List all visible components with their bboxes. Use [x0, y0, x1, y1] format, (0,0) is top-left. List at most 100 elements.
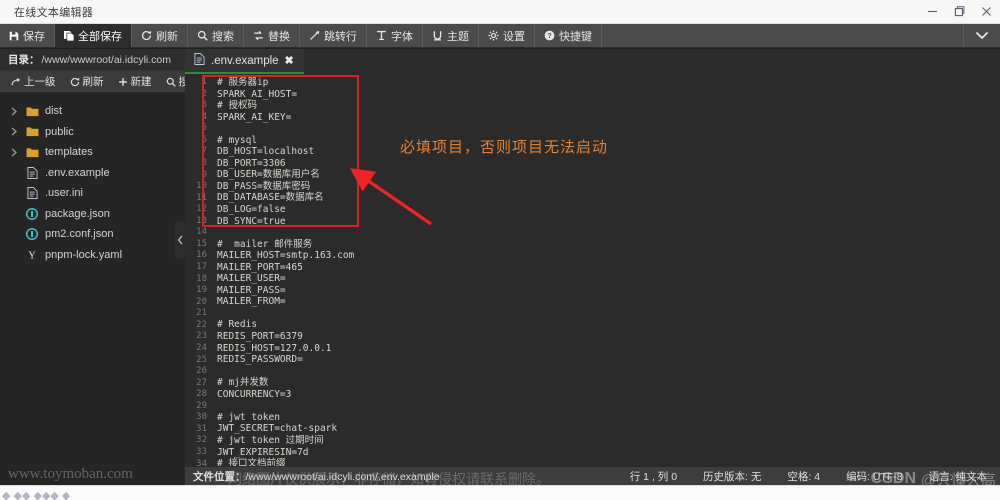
code-line[interactable]: JWT_SECRET=chat-spark: [217, 423, 1000, 435]
code-line[interactable]: DB_USER=数据库用户名: [217, 169, 1000, 181]
code-line[interactable]: [217, 123, 1000, 135]
toolbar-shortcuts-button[interactable]: ? 快捷键: [535, 24, 602, 47]
up-level-button[interactable]: 上一级: [4, 74, 63, 89]
line-number: 18: [196, 273, 207, 284]
code-line[interactable]: REDIS_PORT=6379: [217, 331, 1000, 343]
file-location-label: 文件位置：: [193, 470, 246, 483]
status-history-version[interactable]: 历史版本: 无: [690, 469, 774, 484]
status-language[interactable]: 语言: 纯文本: [916, 469, 1000, 484]
file-op-label: 刷新: [82, 76, 104, 88]
line-number: 33: [196, 447, 207, 457]
toolbar-item-label: 替换: [268, 30, 290, 43]
code-line[interactable]: [217, 366, 1000, 378]
line-number: 19: [196, 285, 207, 296]
toolbar-goto-line-button[interactable]: 跳转行: [300, 24, 367, 47]
code-line[interactable]: SPARK_AI_HOST=: [217, 89, 1000, 101]
toolbar-settings-button[interactable]: 设置: [479, 24, 535, 47]
tree-item-user-ini[interactable]: .user.ini: [0, 183, 185, 204]
code-line[interactable]: # jwt token 过期时间: [217, 435, 1000, 447]
code-line[interactable]: DB_HOST=localhost: [217, 146, 1000, 158]
code-line[interactable]: [217, 400, 1000, 412]
code-line[interactable]: JWT_EXPIRESIN=7d: [217, 447, 1000, 459]
line-number: 5: [201, 123, 207, 134]
refresh-icon: [141, 30, 152, 41]
tab-close-icon[interactable]: ✖: [285, 54, 294, 67]
tree-item-public[interactable]: public: [0, 122, 185, 143]
help-icon: ?: [544, 30, 555, 41]
editor-pane: .env.example ✖ 1 2 3 4 5 6 7 8 9 10 11 12 13 14 15 16 17…: [185, 49, 1000, 485]
code-line[interactable]: DB_PASS=数据库密码: [217, 181, 1000, 193]
tree-item-pnpm-lock-yaml[interactable]: Y pnpm-lock.yaml: [0, 245, 185, 266]
toolbar-search-button[interactable]: 搜索: [188, 24, 244, 47]
folder-icon: [22, 126, 42, 137]
toolbar-refresh-button[interactable]: 刷新: [132, 24, 188, 47]
code-line[interactable]: # 授权码: [217, 100, 1000, 112]
chevron-right-icon[interactable]: [6, 127, 22, 136]
main-area: 目录： /www/wwwroot/ai.idcyli.com 上一级 刷新 新建…: [0, 49, 1000, 485]
code-line[interactable]: DB_DATABASE=数据库名: [217, 192, 1000, 204]
tree-item-pm2-conf-json[interactable]: pm2.conf.json: [0, 224, 185, 245]
code-line[interactable]: SPARK_AI_KEY=: [217, 112, 1000, 124]
code-line[interactable]: [217, 227, 1000, 239]
code-line[interactable]: REDIS_PASSWORD=: [217, 354, 1000, 366]
code-line[interactable]: DB_PORT=3306: [217, 158, 1000, 170]
status-indent-size[interactable]: 空格: 4: [774, 469, 833, 484]
code-line[interactable]: MAILER_FROM=: [217, 296, 1000, 308]
new-file-button[interactable]: 新建: [111, 74, 159, 89]
code-line[interactable]: # 服务器ip: [217, 77, 1000, 89]
code-line[interactable]: REDIS_HOST=127.0.0.1: [217, 343, 1000, 355]
close-button[interactable]: [973, 0, 1000, 24]
toolbar-theme-button[interactable]: 主题: [423, 24, 479, 47]
code-area[interactable]: 1 2 3 4 5 6 7 8 9 10 11 12 13 14 15 16 17 18 19 20 21 22 23 24 2…: [185, 74, 1000, 485]
toolbar-save-button[interactable]: 保存: [0, 24, 55, 47]
code-line[interactable]: [217, 308, 1000, 320]
json-file-icon: [22, 207, 42, 220]
toolbar-overflow-button[interactable]: [964, 24, 1000, 47]
toolbar-replace-button[interactable]: 替换: [244, 24, 300, 47]
code-line[interactable]: # mysql: [217, 135, 1000, 147]
code-line[interactable]: # jwt token: [217, 412, 1000, 424]
status-encoding[interactable]: 编码: UTF-8: [833, 469, 916, 484]
main-toolbar: 保存 全部保存 刷新 搜索 替换 跳转行 字体 主题 设置 ? 快捷键: [0, 24, 1000, 48]
toolbar-item-label: 设置: [503, 30, 525, 43]
file-op-label: 上一级: [24, 76, 56, 88]
tree-item-label: pm2.conf.json: [45, 228, 114, 241]
line-number: 4: [201, 111, 207, 122]
tree-item-dist[interactable]: dist: [0, 101, 185, 122]
minimize-button[interactable]: [919, 0, 946, 24]
maximize-button[interactable]: [946, 0, 973, 24]
code-line[interactable]: MAILER_PORT=465: [217, 262, 1000, 274]
yaml-file-icon: Y: [22, 249, 42, 260]
code-line[interactable]: CONCURRENCY=3: [217, 389, 1000, 401]
chevron-right-icon[interactable]: [6, 148, 22, 157]
line-number: 10: [196, 181, 207, 192]
line-number: 27: [196, 377, 207, 388]
gear-icon: [488, 30, 499, 41]
tree-item-env-example[interactable]: .env.example: [0, 163, 185, 184]
close-icon: [982, 7, 991, 16]
refresh-icon: [70, 77, 79, 86]
tree-item-templates[interactable]: templates: [0, 142, 185, 163]
line-number: 20: [196, 296, 207, 307]
tree-item-package-json[interactable]: package.json: [0, 204, 185, 225]
tab-env-example[interactable]: .env.example ✖: [185, 49, 304, 74]
code-line[interactable]: MAILER_HOST=smtp.163.com: [217, 250, 1000, 262]
code-line[interactable]: DB_SYNC=true: [217, 216, 1000, 228]
chevron-right-icon[interactable]: [6, 107, 22, 116]
code-line[interactable]: MAILER_PASS=: [217, 285, 1000, 297]
code-line[interactable]: # Redis: [217, 319, 1000, 331]
refresh-tree-button[interactable]: 刷新: [63, 74, 111, 89]
line-number: 14: [196, 227, 207, 238]
toolbar-save-all-button[interactable]: 全部保存: [55, 24, 132, 47]
code-line[interactable]: DB_LOG=false: [217, 204, 1000, 216]
code-line[interactable]: # mailer 邮件服务: [217, 239, 1000, 251]
toolbar-font-button[interactable]: 字体: [367, 24, 423, 47]
line-number: 17: [196, 262, 207, 272]
code-line[interactable]: # mj并发数: [217, 377, 1000, 389]
file-location: 文件位置：/www/wwwroot/ai.idcyli.com/.env.exa…: [185, 469, 440, 484]
toolbar-item-label: 搜索: [212, 30, 234, 43]
chevron-left-icon: [177, 235, 183, 245]
arrow-up-level-icon: [11, 77, 21, 85]
line-number: 16: [196, 250, 207, 261]
code-line[interactable]: MAILER_USER=: [217, 273, 1000, 285]
